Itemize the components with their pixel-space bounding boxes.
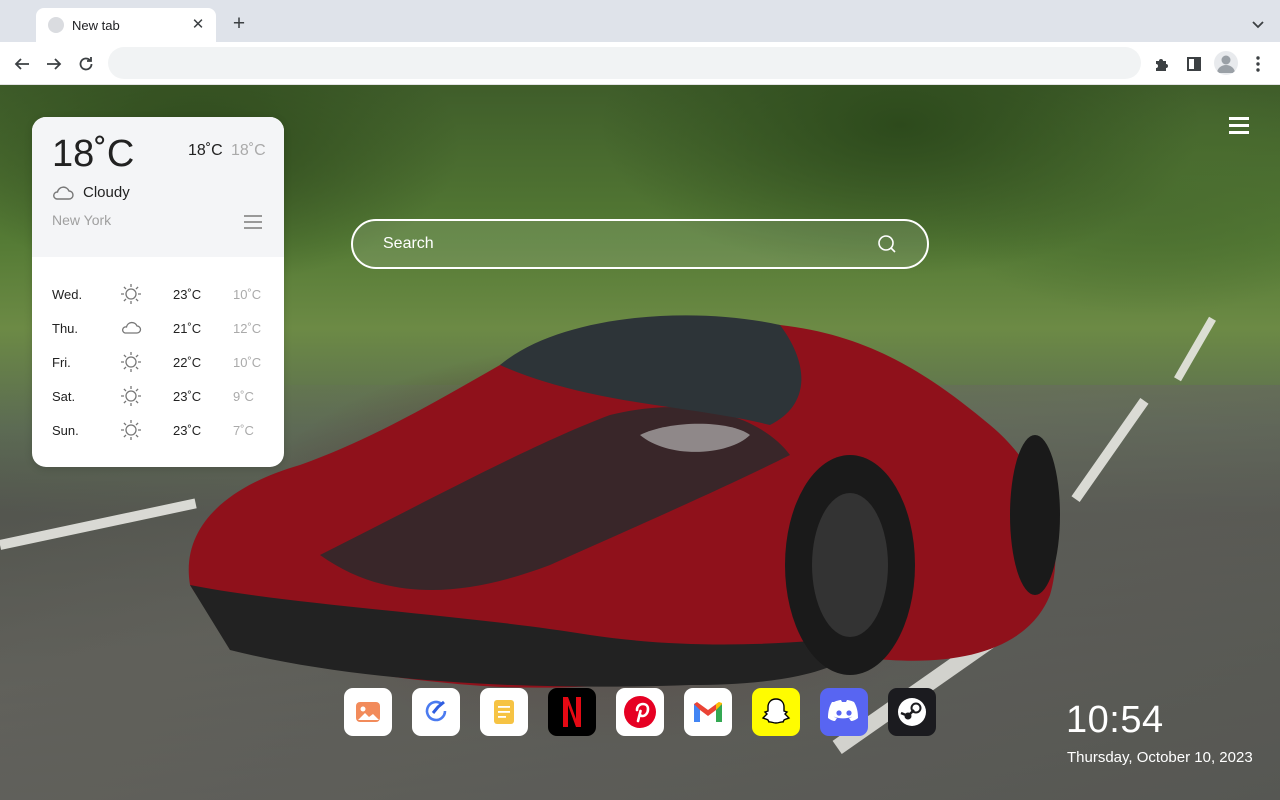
pinterest-app-button[interactable] [616,688,664,736]
extensions-puzzle-icon[interactable] [1150,52,1174,76]
netflix-icon [563,697,581,727]
tab-title: New tab [72,17,120,33]
steam-app-button[interactable] [888,688,936,736]
gmail-icon [694,702,722,722]
gmail-app-button[interactable] [684,688,732,736]
reload-icon[interactable] [74,52,98,76]
new-tab-page: 18˚C 18˚C 18˚C Cloudy New York Wed. 23˚C… [0,85,1280,800]
today-high: 18˚C [188,142,223,159]
forecast-day: Sun. [52,423,79,438]
close-tab-icon[interactable]: ✕ [190,17,206,33]
sun-icon [121,386,141,406]
menu-icon[interactable] [1229,117,1249,134]
notes-icon [494,700,514,724]
photos-icon [356,702,380,722]
address-bar[interactable] [108,47,1141,79]
current-temperature: 18˚C [52,133,135,175]
tab-favicon-icon [48,17,64,33]
forecast-low: 7˚C [233,423,254,438]
discord-icon [828,700,858,721]
city-label: New York [52,212,112,228]
forecast-day: Wed. [52,287,83,302]
tasks-check-icon [425,700,447,722]
side-panel-icon[interactable] [1182,52,1206,76]
weather-condition: Cloudy [52,184,130,201]
forecast-high: 23˚C [173,423,202,438]
forecast-low: 10˚C [233,355,262,370]
discord-app-button[interactable] [820,688,868,736]
forecast-row: Sat. 23˚C 9˚C [32,379,284,413]
forecast-high: 23˚C [173,389,202,404]
back-arrow-icon[interactable] [10,52,34,76]
search-icon[interactable] [877,234,897,254]
cloud-icon [53,185,74,200]
forecast-row: Sun. 23˚C 7˚C [32,413,284,447]
forecast-low: 10˚C [233,287,262,302]
today-low: 18˚C [231,142,266,159]
forecast-day: Sat. [52,389,76,404]
forecast-row: Thu. 21˚C 12˚C [32,311,284,345]
forecast-row: Fri. 22˚C 10˚C [32,345,284,379]
tab-new-tab[interactable]: New tab ✕ [36,8,216,42]
app-dock [344,688,936,736]
forecast-row: Wed. 23˚C 10˚C [32,277,284,311]
forecast-day: Fri. [52,355,71,370]
netflix-app-button[interactable] [548,688,596,736]
pinterest-icon [624,696,656,728]
sun-icon [121,420,141,440]
sun-icon [121,284,141,304]
weather-menu-icon[interactable] [244,214,262,230]
search-box[interactable]: Search [351,219,929,269]
new-tab-button[interactable]: + [228,13,250,35]
weather-current: 18˚C 18˚C 18˚C Cloudy New York [32,117,284,257]
forecast-low: 9˚C [233,389,254,404]
browser-toolbar [0,42,1280,85]
forecast-day: Thu. [52,321,79,336]
search-input[interactable]: Search [383,235,877,253]
notes-app-button[interactable] [480,688,528,736]
weather-widget: 18˚C 18˚C 18˚C Cloudy New York Wed. 23˚C… [32,117,284,467]
clock-time: 10:54 [1066,699,1164,741]
background-car-image [188,315,1060,688]
tasks-app-button[interactable] [412,688,460,736]
photos-app-button[interactable] [344,688,392,736]
condition-label: Cloudy [83,184,130,201]
cloud-icon [122,321,142,334]
tab-search-chevron-down-icon[interactable] [1249,15,1267,33]
profile-avatar-icon[interactable] [1214,51,1238,75]
tab-strip: New tab ✕ + [0,0,1280,42]
clock-date: Thursday, October 10, 2023 [1067,749,1253,766]
forecast-high: 22˚C [173,355,202,370]
forward-arrow-icon[interactable] [42,52,66,76]
snapchat-app-button[interactable] [752,688,800,736]
kebab-menu-icon[interactable] [1246,52,1270,76]
steam-icon [898,698,926,726]
sun-icon [121,352,141,372]
forecast-low: 12˚C [233,321,262,336]
forecast-high: 21˚C [173,321,202,336]
forecast-high: 23˚C [173,287,202,302]
snapchat-ghost-icon [761,698,791,724]
